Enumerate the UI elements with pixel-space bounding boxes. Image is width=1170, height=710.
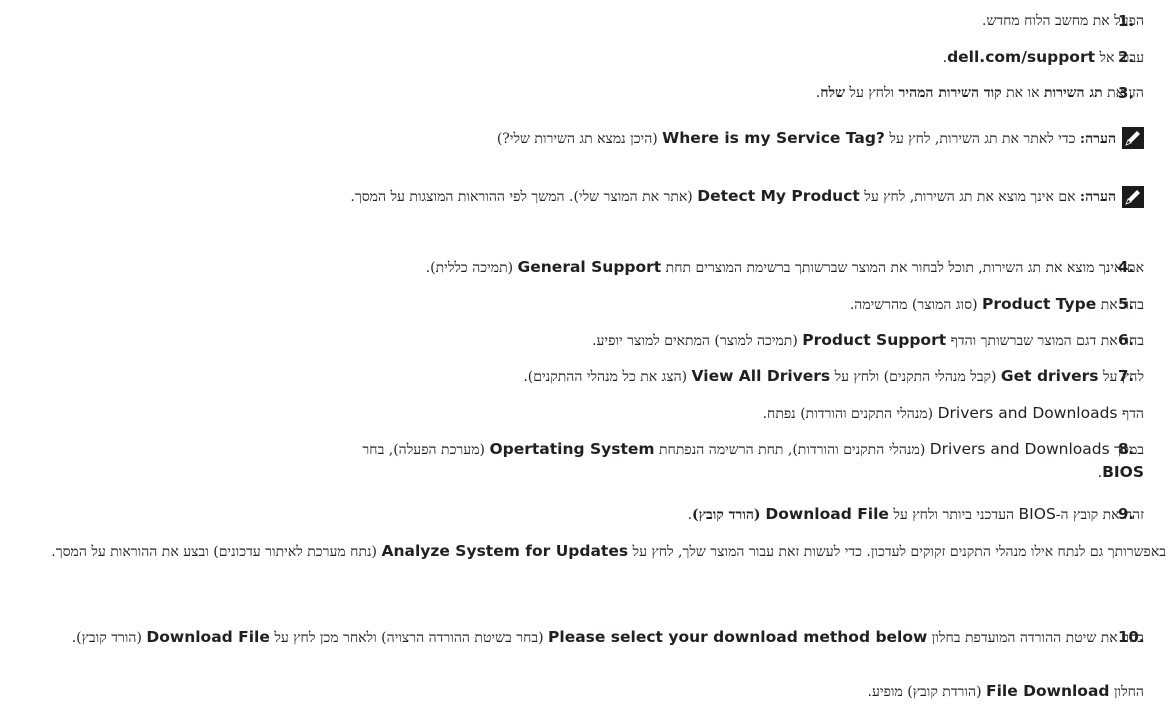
step-4: 4. אם אינך מוצא את תג השירות, תוכל לבחור…	[4, 256, 1144, 279]
step-text: (תמיכה כללית).	[425, 260, 518, 276]
step-8: 8. במסך Drivers and Downloads (מנהלי התק…	[4, 438, 1144, 484]
product-type-term: Product Type	[982, 295, 1097, 313]
step-text: או את	[1001, 85, 1044, 101]
note-text: אם אינך מוצא את תג השירות, לחץ על	[859, 189, 1080, 205]
step-text: בחר את דגם המוצר שברשותך והדף	[946, 333, 1144, 349]
step-text: (קבל מנהלי התקנים) ולחץ על	[830, 369, 1001, 385]
step-number: 5.	[1118, 295, 1135, 313]
step-number: 1.	[1118, 12, 1135, 30]
note-label: הערה:	[1079, 189, 1116, 205]
step-2: 2. עבור אל dell.com/support.	[4, 46, 1144, 69]
step-number: 2.	[1118, 48, 1135, 66]
step-text: בחר את שיטת ההורדה המועדפת בחלון	[927, 630, 1144, 646]
step-9: 9. זהה את קובץ ה-BIOS העדכני ביותר ולחץ …	[4, 503, 1144, 526]
step-1: 1. הפעל את מחשב הלוח מחדש.	[4, 10, 1144, 32]
os-dropdown-term: Opertating System	[489, 440, 655, 458]
analyze-system-link[interactable]: Analyze System for Updates	[381, 542, 628, 560]
step-text: ולחץ על	[844, 85, 899, 101]
page-name: Drivers and Downloads	[929, 440, 1110, 458]
note-1: הערה: כדי לאתר את תג השירות, לחץ על Wher…	[4, 127, 1116, 150]
download-method-term: Please select your download method below	[548, 628, 928, 646]
note-2: הערה: אם אינך מוצא את תג השירות, לחץ על …	[4, 185, 1116, 208]
step-text: העדכני ביותר ולחץ על	[888, 507, 1019, 523]
page-name: Drivers and Downloads	[937, 404, 1118, 422]
bold-term: שלח	[820, 85, 845, 101]
view-all-drivers-link[interactable]: View All Drivers	[692, 367, 831, 385]
step-9-para: באפשרותך גם לנתח אילו מנהלי התקנים זקוקי…	[4, 538, 1166, 566]
step-text: הדף	[1117, 406, 1144, 422]
note-label: הערה:	[1079, 131, 1116, 147]
step-number: 10.	[1118, 628, 1145, 646]
step-number: 8.	[1118, 440, 1135, 458]
step-number: 6.	[1118, 331, 1135, 349]
step-text: (מנהלי התקנים והורדות) נפתח.	[762, 406, 938, 422]
bios-term: BIOS	[1018, 505, 1056, 523]
step-text: (מנהלי התקנים והורדות), תחת הרשימה הנפתח…	[654, 442, 930, 458]
step-text: (בחר בשיטת ההורדה הרצויה) ולאחר מכן לחץ …	[269, 630, 549, 646]
get-drivers-link[interactable]: Get drivers	[1001, 367, 1099, 385]
bold-term: (הורד קובץ)	[692, 507, 766, 523]
bold-term: תג השירות	[1043, 85, 1103, 101]
note-text: (היכן נמצא תג השירות שלי?)	[496, 131, 663, 147]
support-link[interactable]: dell.com/support	[947, 48, 1095, 66]
step-text: (תמיכה למוצר) המתאים למוצר יופיע.	[592, 333, 803, 349]
file-download-term: File Download	[985, 682, 1110, 700]
service-tag-link[interactable]: Where is my Service Tag?	[662, 129, 885, 147]
step-text: אם אינך מוצא את תג השירות, תוכל לבחור את…	[661, 260, 1144, 276]
step-number: 7.	[1118, 367, 1135, 385]
document-page: 1. הפעל את מחשב הלוח מחדש. 2. עבור אל de…	[0, 0, 1170, 710]
note-text: (אתר את המוצר שלי). המשך לפי ההוראות המו…	[350, 189, 698, 205]
download-file-link[interactable]: Download File	[146, 628, 270, 646]
step-text: (הורד קובץ).	[71, 630, 147, 646]
step-7: 7. לחץ על Get drivers (קבל מנהלי התקנים)…	[4, 365, 1144, 388]
step-3: 3. הזן את תג השירות או את קוד השירות המה…	[4, 82, 1144, 104]
pencil-note-icon	[1122, 186, 1144, 208]
bold-term: קוד השירות המהיר	[898, 85, 1002, 101]
step-text: (הצג את כל מנהלי ההתקנים).	[523, 369, 692, 385]
product-support-term: Product Support	[802, 331, 947, 349]
general-support-link[interactable]: General Support	[518, 258, 662, 276]
detect-product-link[interactable]: Detect My Product	[697, 187, 860, 205]
step-number: 4.	[1118, 258, 1135, 276]
step-10-result: החלון File Download (הורדת קובץ) מופיע.	[4, 680, 1144, 703]
step-text: (נתח מערכת לאיתור עדכונים) ובצע את ההורא…	[51, 544, 382, 560]
step-number: 3.	[1118, 84, 1135, 102]
step-7-result: הדף Drivers and Downloads (מנהלי התקנים …	[4, 402, 1144, 425]
step-6: 6. בחר את דגם המוצר שברשותך והדף Product…	[4, 329, 1144, 352]
pencil-note-icon	[1122, 127, 1144, 149]
download-file-link[interactable]: Download File	[765, 505, 889, 523]
note-text: כדי לאתר את תג השירות, לחץ על	[884, 131, 1080, 147]
step-text: (הורדת קובץ) מופיע.	[867, 684, 986, 700]
step-text: באפשרותך גם לנתח אילו מנהלי התקנים זקוקי…	[628, 544, 1166, 560]
step-10: 10. בחר את שיטת ההורדה המועדפת בחלון Ple…	[4, 626, 1145, 649]
step-text: החלון	[1109, 684, 1144, 700]
step-number: 9.	[1118, 505, 1135, 523]
step-text: (סוג המוצר) מהרשימה.	[849, 297, 983, 313]
step-text: (מערכת הפעלה), בחר	[362, 442, 490, 458]
step-5: 5. בחר את Product Type (סוג המוצר) מהרשי…	[4, 293, 1144, 316]
bios-term: BIOS	[1102, 463, 1144, 481]
